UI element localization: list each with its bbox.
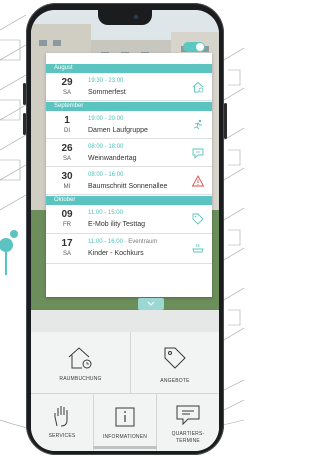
event-time: 08:00 - 18:00 <box>88 144 124 150</box>
chevron-down-icon <box>147 301 155 306</box>
event-title: Sommerfest <box>88 89 126 96</box>
warning-icon <box>192 175 204 187</box>
event-day: 17 <box>61 238 73 249</box>
event-time: 11:00 - 15:00 <box>88 210 123 216</box>
event-weekday: DI <box>64 128 70 134</box>
speech-bubble-icon <box>176 405 200 426</box>
tile-services[interactable]: SERVICES <box>31 394 94 451</box>
info-icon <box>115 407 135 427</box>
event-time: 19:00 - 20:00 <box>88 116 124 122</box>
event-item[interactable]: 29 SA 19:30 - 23:00 Sommerfest <box>46 73 212 101</box>
volume-button <box>23 83 26 105</box>
tile-angebote[interactable]: ANGEBOTE <box>131 332 219 394</box>
collapse-list-button[interactable] <box>138 298 164 310</box>
event-day: 09 <box>61 209 73 220</box>
event-day: 26 <box>61 143 73 154</box>
home-indicator <box>93 446 157 449</box>
event-day: 30 <box>61 171 73 182</box>
event-item[interactable]: 1 DI 19:00 - 20:00 Damen Laufgruppe <box>46 111 212 139</box>
cooking-pot-icon <box>192 243 204 253</box>
event-weekday: SA <box>62 156 71 162</box>
event-item[interactable]: 17 SA 11:00 - 16:00 · Eventraum Kinder -… <box>46 234 212 264</box>
event-title: Weinwandertag <box>88 155 137 162</box>
event-item[interactable]: 09 FR 11:00 - 15:00 E-Mob ility Testtag <box>46 205 212 234</box>
event-weekday: SA <box>62 251 71 257</box>
tile-label: RAUMBUCHUNG <box>59 376 102 382</box>
tile-informationen[interactable]: INFORMATIONEN <box>94 394 157 451</box>
event-item[interactable]: 30 MI 08:00 - 16:00 Baumschnitt Sonnenal… <box>46 167 212 195</box>
month-header-september: September <box>46 102 212 111</box>
event-day: 29 <box>61 77 73 88</box>
tile-label: ANGEBOTE <box>160 378 190 384</box>
event-time: 19:30 - 23:00 <box>88 78 124 84</box>
month-header-august: August <box>46 64 212 73</box>
event-item[interactable]: 26 SA 08:00 - 18:00 Weinwandertag <box>46 139 212 167</box>
house-clock-icon <box>68 347 92 369</box>
tile-raumbuchung[interactable]: RAUMBUCHUNG <box>31 332 131 394</box>
speech-bubble-icon <box>192 148 204 159</box>
event-time: 11:00 - 16:00 · Eventraum <box>88 239 157 245</box>
tile-label: SERVICES <box>48 433 76 439</box>
event-title: Kinder - Kochkurs <box>88 250 144 257</box>
event-time: 08:00 - 16:00 <box>88 172 124 178</box>
event-title: E-Mob ility Testtag <box>88 221 146 228</box>
event-weekday: MI <box>63 184 71 190</box>
hand-icon <box>54 406 68 427</box>
power-button <box>224 103 227 139</box>
month-header-oktober: Oktober <box>46 196 212 205</box>
tag-icon <box>164 347 186 369</box>
phone-notch <box>98 10 152 25</box>
event-time-range: 11:00 - 16:00 <box>88 239 123 245</box>
event-weekday: SA <box>62 90 71 96</box>
event-day: 1 <box>64 115 70 126</box>
toggle-switch[interactable] <box>183 42 205 52</box>
tile-label-line-2: TERMINE <box>176 438 200 444</box>
event-weekday: FR <box>63 222 71 228</box>
runner-icon <box>193 119 202 130</box>
tile-quartierstermine[interactable]: QUARTIERS- TERMINE <box>157 394 219 451</box>
event-list-card: August 29 SA 19:30 - 23:00 Sommerfest Se… <box>46 53 212 297</box>
tag-icon <box>192 213 204 225</box>
tile-label-line-1: QUARTIERS- <box>171 431 205 437</box>
tile-label: INFORMATIONEN <box>102 434 148 440</box>
volume-button <box>23 113 26 135</box>
navigation-tile-grid: RAUMBUCHUNG ANGEBOTE SERVICES INFORMATIO… <box>31 332 219 451</box>
phone-screen: August 29 SA 19:30 - 23:00 Sommerfest Se… <box>31 10 219 451</box>
event-title: Damen Laufgruppe <box>88 127 148 134</box>
event-location: · Eventraum <box>122 239 158 245</box>
house-clock-icon <box>192 81 204 93</box>
event-title: Baumschnitt Sonnenallee <box>88 183 168 190</box>
